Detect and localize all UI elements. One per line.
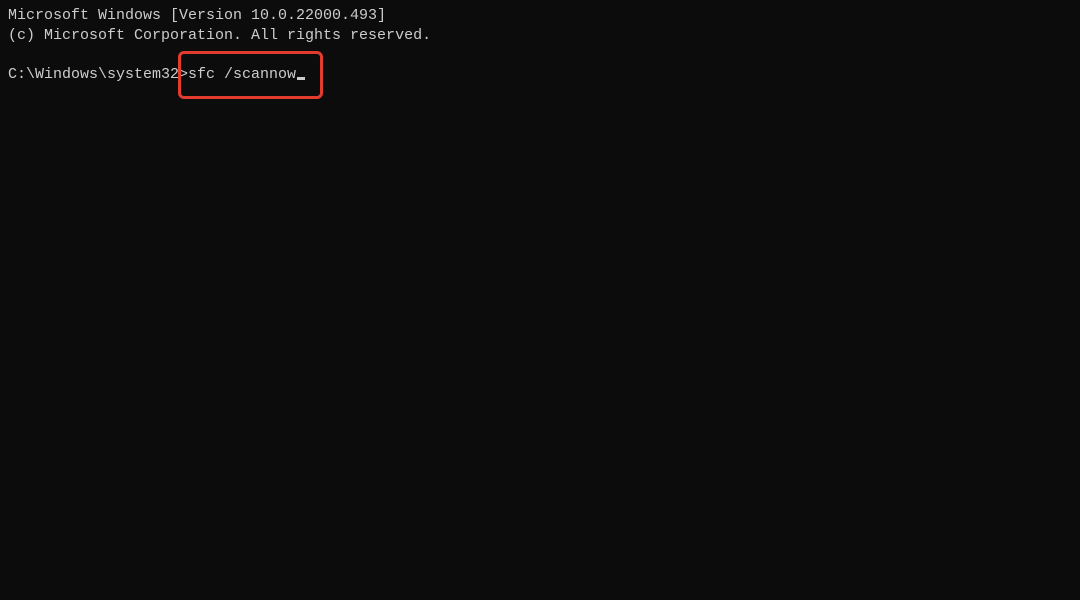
prompt-text: C:\Windows\system32> [8,65,188,85]
blank-line [8,45,1072,65]
cursor-icon [297,77,305,80]
terminal-header-copyright: (c) Microsoft Corporation. All rights re… [8,26,1072,46]
terminal-header-version: Microsoft Windows [Version 10.0.22000.49… [8,6,1072,26]
command-input[interactable]: sfc /scannow [188,65,296,85]
prompt-line[interactable]: C:\Windows\system32>sfc /scannow [8,65,1072,85]
